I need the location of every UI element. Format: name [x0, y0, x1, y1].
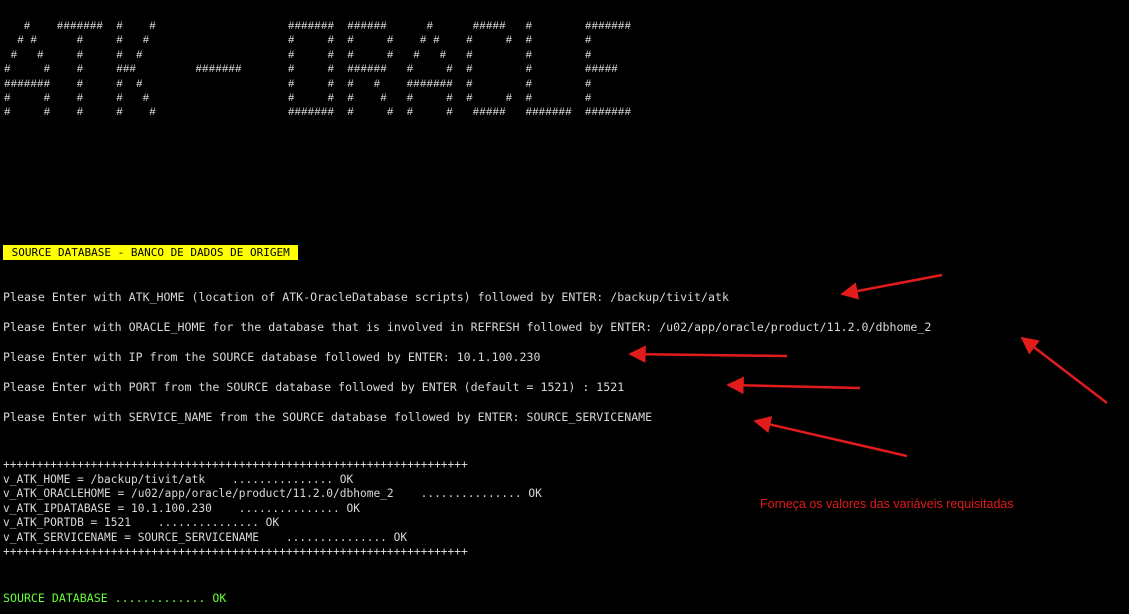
- ascii-banner: # ####### # # ####### ###### # ##### # #…: [4, 20, 631, 121]
- summary-separator-top: ++++++++++++++++++++++++++++++++++++++++…: [3, 458, 468, 471]
- annotation-note: Forneça os valores das variáveis requisi…: [760, 497, 1014, 511]
- prompt-ip: Please Enter with IP from the SOURCE dat…: [3, 350, 541, 364]
- banner-line: # # # # # ####### # # # # ##### ####### …: [4, 107, 632, 120]
- banner-line: # # # # # # # # # # # # # #: [4, 49, 592, 62]
- banner-line: # # # # # # # # # # # # # # #: [4, 93, 592, 106]
- source-database-status: SOURCE DATABASE ............. OK: [3, 591, 227, 605]
- prompt-oracle-home: Please Enter with ORACLE_HOME for the da…: [3, 320, 932, 334]
- prompt-service-name: Please Enter with SERVICE_NAME from the …: [3, 410, 653, 424]
- arrow-oracle-home: [1020, 336, 1108, 404]
- arrow-service-name: [753, 416, 908, 458]
- banner-line: # # # # # # # # # # # # # # #: [4, 35, 592, 48]
- variables-summary: ++++++++++++++++++++++++++++++++++++++++…: [3, 458, 542, 560]
- banner-line: # # # ### ####### # # ###### # # # # ###…: [4, 64, 618, 77]
- arrow-port: [726, 376, 861, 395]
- terminal-window[interactable]: # ####### # # ####### ###### # ##### # #…: [0, 0, 1129, 614]
- summary-separator-bottom: ++++++++++++++++++++++++++++++++++++++++…: [3, 545, 468, 558]
- arrow-atk-home: [840, 273, 943, 300]
- prompt-port: Please Enter with PORT from the SOURCE d…: [3, 380, 625, 394]
- summary-line-service-name: v_ATK_SERVICENAME = SOURCE_SERVICENAME .…: [3, 530, 408, 544]
- banner-line: # ####### # # ####### ###### # ##### # #…: [4, 21, 632, 33]
- arrow-ip: [628, 345, 788, 363]
- banner-line: ####### # # # # # # # ####### # # #: [4, 78, 592, 91]
- source-database-header: SOURCE DATABASE - BANCO DE DADOS DE ORIG…: [3, 245, 299, 260]
- summary-line-port: v_ATK_PORTDB = 1521 ............... OK: [3, 516, 280, 529]
- prompt-atk-home: Please Enter with ATK_HOME (location of …: [3, 290, 729, 304]
- summary-line-oracle-home: v_ATK_ORACLEHOME = /u02/app/oracle/produ…: [3, 487, 542, 500]
- summary-line-ip: v_ATK_IPDATABASE = 10.1.100.230 ........…: [3, 501, 360, 515]
- summary-line-atk-home: v_ATK_HOME = /backup/tivit/atk .........…: [3, 472, 354, 486]
